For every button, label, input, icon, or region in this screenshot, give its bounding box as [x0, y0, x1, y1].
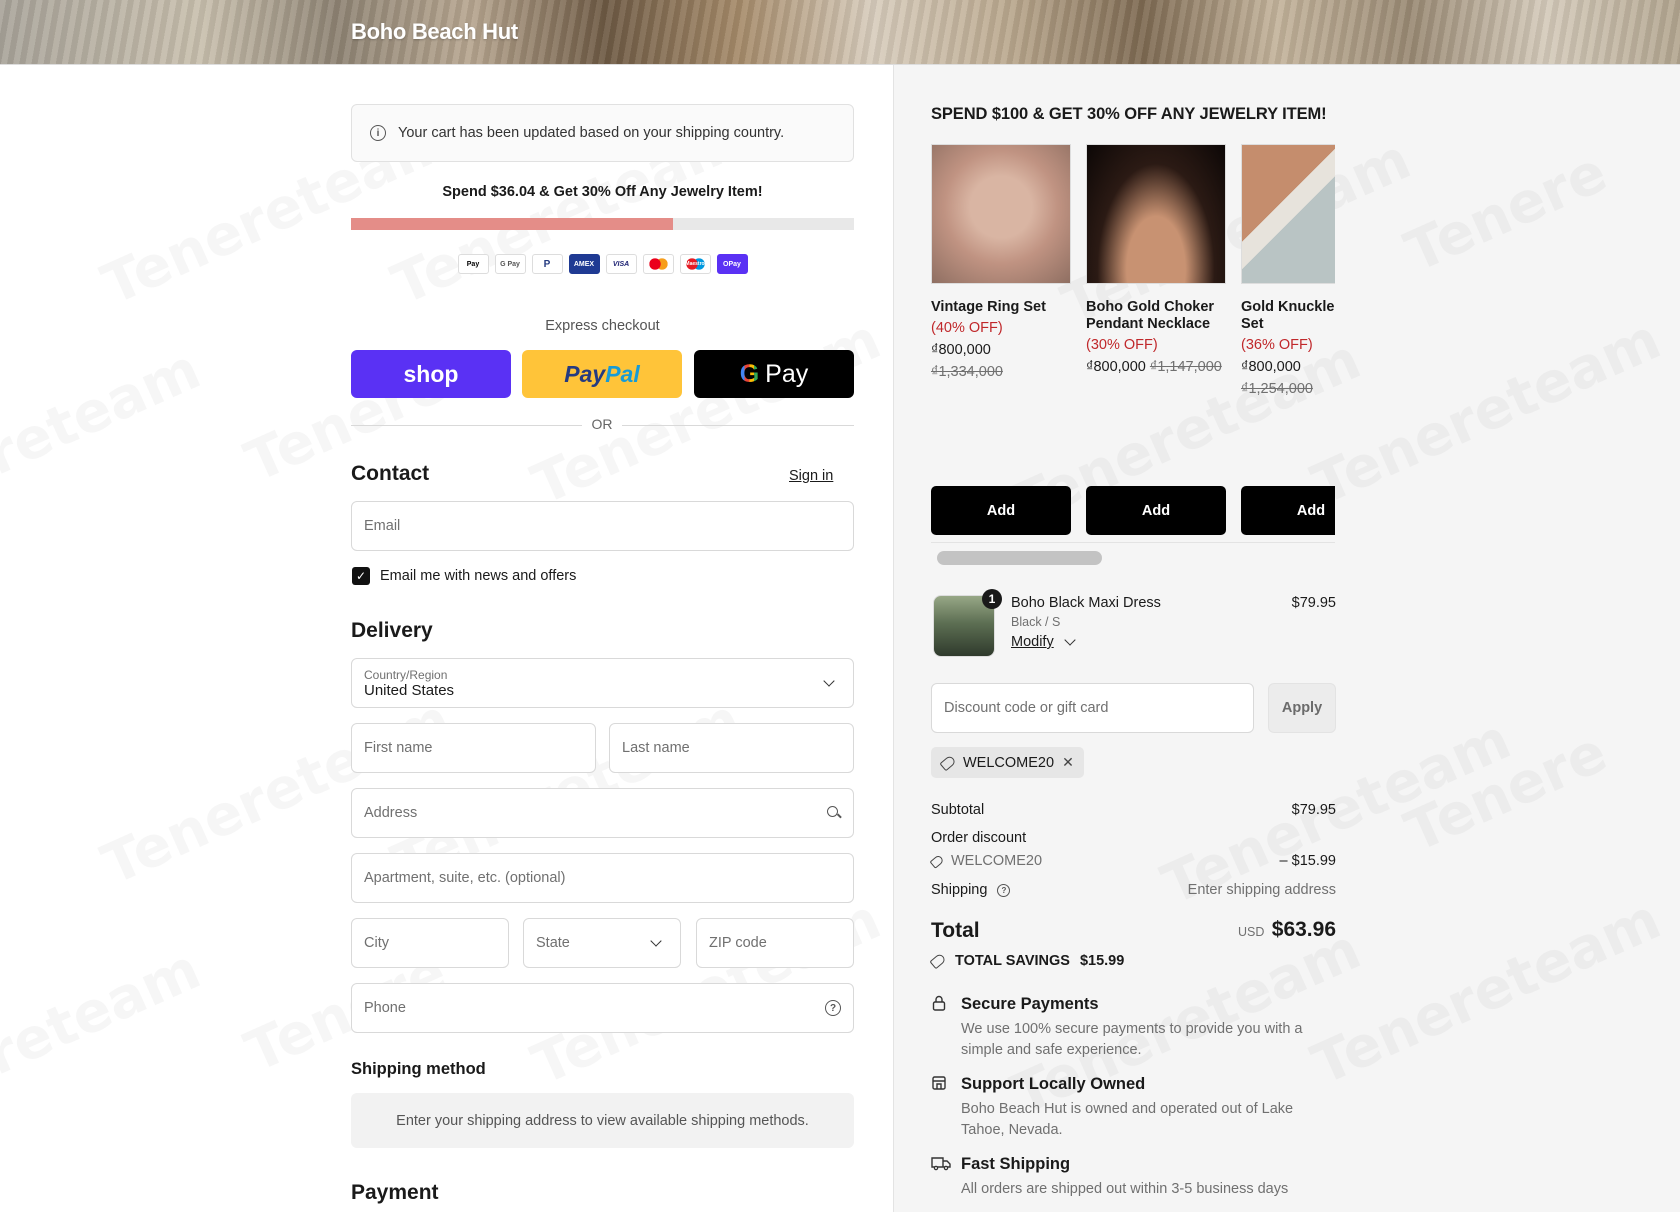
order-discount-label: Order discount	[931, 830, 1027, 846]
cart-updated-notice: i Your cart has been updated based on yo…	[351, 104, 854, 162]
paypal-button[interactable]: Pay Pal	[522, 350, 682, 398]
remove-discount-icon[interactable]: ✕	[1062, 754, 1074, 771]
add-button[interactable]: Add	[931, 486, 1071, 535]
newsletter-label: Email me with news and offers	[380, 568, 577, 584]
amex-icon: AMEX	[568, 254, 600, 274]
tag-icon	[929, 952, 947, 970]
paypal-icon: P	[531, 254, 563, 274]
total-savings: TOTAL SAVINGS $15.99	[929, 952, 1124, 970]
country-select[interactable]: Country/Region United States	[351, 658, 854, 708]
discount-code-line: WELCOME20	[929, 853, 1042, 869]
cart-item-price: $79.95	[1291, 595, 1336, 611]
help-icon[interactable]: ?	[997, 883, 1011, 897]
contact-heading: Contact	[351, 462, 430, 485]
shop-pay-icon: OPay	[716, 254, 748, 274]
total-label: Total	[931, 919, 980, 942]
shipping-method-heading: Shipping method	[351, 1060, 486, 1078]
first-name-field[interactable]: First name	[351, 723, 596, 773]
subtotal-label: Subtotal	[931, 802, 985, 818]
shipping-method-note: Enter your shipping address to view avai…	[351, 1093, 854, 1148]
search-icon	[827, 806, 841, 820]
google-pay-button[interactable]: G Pay	[694, 350, 854, 398]
or-label: OR	[582, 416, 622, 432]
lock-icon	[932, 995, 946, 1011]
newsletter-checkbox[interactable]: ✓	[352, 567, 370, 585]
accepted-payment-icons: Pay G Pay P AMEX VISA Maestro OPay	[351, 254, 854, 274]
store-logo[interactable]: Boho Beach Hut	[351, 19, 518, 45]
add-button[interactable]: Add	[1086, 486, 1226, 535]
info-icon: i	[370, 125, 386, 141]
upsell-carousel: Vintage Ring Set (40% OFF) ₫800,000 ₫1,3…	[931, 144, 1335, 544]
quantity-badge: 1	[982, 589, 1002, 609]
visa-icon: VISA	[605, 254, 637, 274]
product-image[interactable]	[1241, 144, 1335, 284]
upsell-title: SPEND $100 & GET 30% OFF ANY JEWELRY ITE…	[931, 105, 1327, 123]
product-image[interactable]	[931, 144, 1071, 284]
maestro-icon: Maestro	[679, 254, 711, 274]
google-pay-icon: G Pay	[494, 254, 526, 274]
chevron-down-icon	[650, 935, 662, 947]
address-field[interactable]: Address	[351, 788, 854, 838]
phone-field[interactable]: Phone ?	[351, 983, 854, 1033]
total-value: $63.96	[1271, 918, 1336, 941]
header-banner: Boho Beach Hut	[0, 0, 1680, 65]
promo-progress-text: Spend $36.04 & Get 30% Off Any Jewelry I…	[442, 184, 763, 200]
delivery-heading: Delivery	[351, 619, 433, 642]
discount-value: – $15.99	[1279, 853, 1336, 869]
shipping-value: Enter shipping address	[1187, 882, 1336, 898]
city-field[interactable]: City	[351, 918, 509, 968]
upsell-card: Gold Knuckle Ring Set (36% OFF) ₫800,000…	[1241, 144, 1335, 535]
cart-item-name: Boho Black Maxi Dress	[1011, 595, 1161, 611]
total-currency: USD	[1238, 925, 1265, 939]
carousel-scrollbar[interactable]	[937, 551, 1102, 565]
help-icon[interactable]: ?	[825, 1000, 841, 1016]
upsell-card: Vintage Ring Set (40% OFF) ₫800,000 ₫1,3…	[931, 144, 1071, 535]
tag-icon	[929, 853, 945, 869]
upsell-card: Boho Gold Choker Pendant Necklace (30% O…	[1086, 144, 1226, 535]
payment-heading: Payment	[351, 1181, 439, 1204]
chevron-down-icon	[1064, 633, 1076, 646]
state-select[interactable]: State	[523, 918, 681, 968]
email-field[interactable]: Email	[351, 501, 854, 551]
cart-item-variant: Black / S	[1011, 615, 1061, 629]
modify-button[interactable]: Modify	[1011, 633, 1076, 650]
applied-discount-chip: WELCOME20 ✕	[931, 747, 1084, 778]
product-image[interactable]	[1086, 144, 1226, 284]
sign-in-link[interactable]: Sign in	[789, 468, 833, 484]
zip-field[interactable]: ZIP code	[696, 918, 854, 968]
apartment-field[interactable]: Apartment, suite, etc. (optional)	[351, 853, 854, 903]
newsletter-option[interactable]: ✓ Email me with news and offers	[352, 567, 576, 585]
google-icon: G	[739, 359, 760, 388]
store-icon	[932, 1076, 946, 1090]
apply-discount-button[interactable]: Apply	[1268, 683, 1336, 733]
apple-pay-icon: Pay	[457, 254, 489, 274]
promo-progress-fill	[351, 218, 673, 230]
chevron-down-icon	[823, 675, 835, 687]
shipping-label-row: Shipping ?	[931, 882, 1011, 898]
promo-progress-bar	[351, 218, 854, 230]
discount-code-field[interactable]: Discount code or gift card	[931, 683, 1254, 733]
tag-icon	[939, 754, 957, 771]
subtotal-value: $79.95	[1291, 802, 1336, 818]
add-button[interactable]: Add	[1241, 486, 1335, 535]
truck-icon	[931, 1157, 951, 1171]
last-name-field[interactable]: Last name	[609, 723, 854, 773]
express-checkout-label: Express checkout	[545, 318, 660, 334]
shop-pay-button[interactable]: shop	[351, 350, 511, 398]
notice-text: Your cart has been updated based on your…	[398, 125, 785, 141]
mastercard-icon	[642, 254, 674, 274]
checkout-main	[0, 65, 893, 1212]
